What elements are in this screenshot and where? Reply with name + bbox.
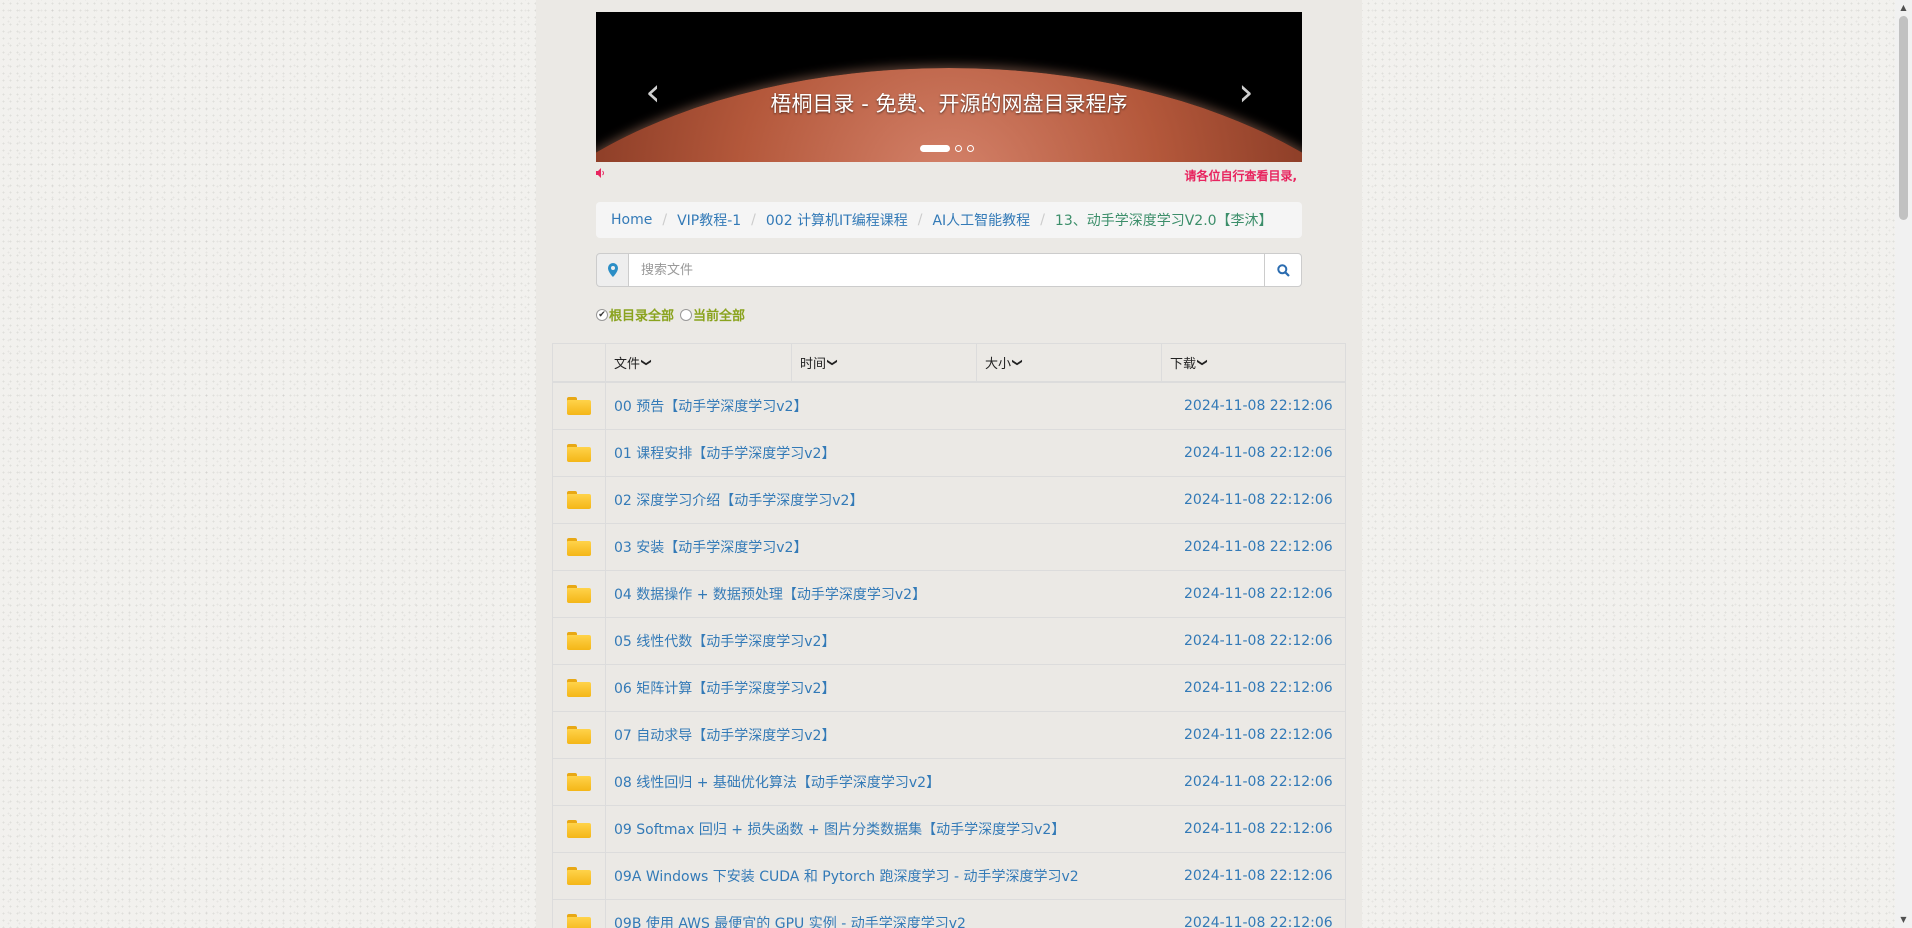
scope-root-label[interactable]: 根目录全部 bbox=[609, 305, 674, 324]
location-pin-icon bbox=[596, 253, 629, 287]
carousel-next-icon[interactable]: › bbox=[1226, 72, 1266, 112]
search-scope-options: ✔ 根目录全部 当前全部 bbox=[596, 305, 745, 324]
scope-current-label[interactable]: 当前全部 bbox=[693, 305, 745, 324]
file-date: 2024-11-08 22:12:06 bbox=[1162, 759, 1346, 805]
table-row[interactable]: 09 Softmax 回归 + 损失函数 + 图片分类数据集【动手学深度学习v2… bbox=[552, 806, 1346, 853]
speaker-icon bbox=[596, 167, 606, 181]
breadcrumb-separator: / bbox=[1040, 212, 1045, 228]
file-link[interactable]: 07 自动求导【动手学深度学习v2】 bbox=[606, 725, 1162, 745]
file-date: 2024-11-08 22:12:06 bbox=[1162, 618, 1346, 664]
sort-chevron-icon: ❯ bbox=[640, 358, 652, 367]
folder-icon bbox=[552, 477, 606, 523]
header-download[interactable]: 下载 ❯ bbox=[1162, 344, 1346, 381]
table-row[interactable]: 06 矩阵计算【动手学深度学习v2】 2024-11-08 22:12:06 bbox=[552, 665, 1346, 712]
file-link[interactable]: 05 线性代数【动手学深度学习v2】 bbox=[606, 631, 1162, 651]
scroll-up-icon[interactable]: ▲ bbox=[1895, 0, 1912, 16]
folder-icon bbox=[552, 618, 606, 664]
breadcrumb-it-courses[interactable]: 002 计算机IT编程课程 bbox=[766, 210, 908, 230]
file-date: 2024-11-08 22:12:06 bbox=[1162, 477, 1346, 523]
table-header: 文件 ❯ 时间 ❯ 大小 ❯ 下载 ❯ bbox=[552, 344, 1346, 383]
header-icon-column bbox=[552, 344, 606, 381]
page-container: 梧桐目录 - 免费、开源的网盘目录程序 ‹ › 请各位自行查看目录, Home … bbox=[536, 0, 1362, 928]
search-bar bbox=[596, 253, 1302, 287]
sort-chevron-icon: ❯ bbox=[1196, 358, 1208, 367]
sort-chevron-icon: ❯ bbox=[826, 358, 838, 367]
file-date: 2024-11-08 22:12:06 bbox=[1162, 853, 1346, 899]
file-link[interactable]: 08 线性回归 + 基础优化算法【动手学深度学习v2】 bbox=[606, 772, 1162, 792]
table-row[interactable]: 03 安装【动手学深度学习v2】 2024-11-08 22:12:06 bbox=[552, 524, 1346, 571]
file-link[interactable]: 09A Windows 下安装 CUDA 和 Pytorch 跑深度学习 - 动… bbox=[606, 866, 1162, 886]
file-link[interactable]: 06 矩阵计算【动手学深度学习v2】 bbox=[606, 678, 1162, 698]
header-file-label: 文件 bbox=[614, 357, 641, 372]
folder-icon bbox=[552, 430, 606, 476]
sort-chevron-icon: ❯ bbox=[1011, 358, 1023, 367]
file-date: 2024-11-08 22:12:06 bbox=[1162, 665, 1346, 711]
carousel-caption: 梧桐目录 - 免费、开源的网盘目录程序 bbox=[770, 92, 1128, 116]
breadcrumb-separator: / bbox=[662, 212, 668, 228]
search-button[interactable] bbox=[1264, 253, 1302, 287]
scroll-down-icon[interactable]: ▼ bbox=[1895, 912, 1912, 928]
table-row[interactable]: 07 自动求导【动手学深度学习v2】 2024-11-08 22:12:06 bbox=[552, 712, 1346, 759]
banner-carousel[interactable]: 梧桐目录 - 免费、开源的网盘目录程序 ‹ › bbox=[596, 12, 1302, 162]
file-date: 2024-11-08 22:12:06 bbox=[1162, 571, 1346, 617]
folder-icon bbox=[552, 759, 606, 805]
carousel-indicator-3[interactable] bbox=[967, 145, 974, 152]
breadcrumb: Home / VIP教程-1 / 002 计算机IT编程课程 / AI人工智能教… bbox=[596, 202, 1302, 238]
header-time-label: 时间 bbox=[800, 357, 827, 372]
table-row[interactable]: 04 数据操作 + 数据预处理【动手学深度学习v2】 2024-11-08 22… bbox=[552, 571, 1346, 618]
scrollbar-thumb[interactable] bbox=[1899, 16, 1908, 220]
file-table: 文件 ❯ 时间 ❯ 大小 ❯ 下载 ❯ 00 预告【动手学深度学习v2】 202… bbox=[552, 343, 1346, 928]
header-size[interactable]: 大小 ❯ bbox=[977, 344, 1162, 381]
scope-current-radio[interactable] bbox=[680, 308, 693, 321]
file-date: 2024-11-08 22:12:06 bbox=[1162, 712, 1346, 758]
breadcrumb-separator: / bbox=[751, 212, 756, 228]
file-link[interactable]: 01 课程安排【动手学深度学习v2】 bbox=[606, 443, 1162, 463]
folder-icon bbox=[552, 383, 606, 429]
header-file[interactable]: 文件 ❯ bbox=[606, 344, 792, 381]
breadcrumb-separator: / bbox=[917, 212, 923, 228]
scope-root-radio[interactable]: ✔ bbox=[596, 308, 608, 321]
folder-icon bbox=[552, 806, 606, 852]
file-date: 2024-11-08 22:12:06 bbox=[1162, 900, 1346, 928]
header-time[interactable]: 时间 ❯ bbox=[792, 344, 977, 381]
table-row[interactable]: 01 课程安排【动手学深度学习v2】 2024-11-08 22:12:06 bbox=[552, 430, 1346, 477]
vertical-scrollbar[interactable]: ▲ ▼ bbox=[1895, 0, 1912, 928]
search-input[interactable] bbox=[629, 253, 1264, 287]
breadcrumb-vip[interactable]: VIP教程-1 bbox=[677, 210, 741, 230]
file-link[interactable]: 03 安装【动手学深度学习v2】 bbox=[606, 537, 1162, 557]
file-date: 2024-11-08 22:12:06 bbox=[1162, 806, 1346, 852]
file-link[interactable]: 04 数据操作 + 数据预处理【动手学深度学习v2】 bbox=[606, 584, 1162, 604]
carousel-prev-icon[interactable]: ‹ bbox=[633, 72, 673, 112]
folder-icon bbox=[552, 524, 606, 570]
file-date: 2024-11-08 22:12:06 bbox=[1162, 383, 1346, 429]
table-row[interactable]: 02 深度学习介绍【动手学深度学习v2】 2024-11-08 22:12:06 bbox=[552, 477, 1346, 524]
file-link[interactable]: 00 预告【动手学深度学习v2】 bbox=[606, 396, 1162, 416]
header-download-label: 下载 bbox=[1170, 357, 1197, 372]
carousel-indicator-1[interactable] bbox=[920, 145, 950, 152]
file-date: 2024-11-08 22:12:06 bbox=[1162, 524, 1346, 570]
search-icon bbox=[1276, 263, 1290, 277]
folder-icon bbox=[552, 571, 606, 617]
carousel-indicators bbox=[920, 145, 974, 152]
file-link[interactable]: 02 深度学习介绍【动手学深度学习v2】 bbox=[606, 490, 1162, 510]
folder-icon bbox=[552, 900, 606, 928]
file-link[interactable]: 09 Softmax 回归 + 损失函数 + 图片分类数据集【动手学深度学习v2… bbox=[606, 819, 1162, 839]
folder-icon bbox=[552, 712, 606, 758]
folder-icon bbox=[552, 665, 606, 711]
table-row[interactable]: 09A Windows 下安装 CUDA 和 Pytorch 跑深度学习 - 动… bbox=[552, 853, 1346, 900]
breadcrumb-home[interactable]: Home bbox=[611, 212, 652, 228]
breadcrumb-ai-courses[interactable]: AI人工智能教程 bbox=[932, 210, 1030, 230]
table-row[interactable]: 05 线性代数【动手学深度学习v2】 2024-11-08 22:12:06 bbox=[552, 618, 1346, 665]
header-size-label: 大小 bbox=[985, 357, 1012, 372]
file-date: 2024-11-08 22:12:06 bbox=[1162, 430, 1346, 476]
file-link[interactable]: 09B 使用 AWS 最便宜的 GPU 实例 - 动手学深度学习v2 bbox=[606, 913, 1162, 928]
breadcrumb-current: 13、动手学深度学习V2.0【李沐】 bbox=[1054, 213, 1273, 229]
folder-icon bbox=[552, 853, 606, 899]
table-row[interactable]: 09B 使用 AWS 最便宜的 GPU 实例 - 动手学深度学习v2 2024-… bbox=[552, 900, 1346, 928]
notice-text: 请各位自行查看目录, bbox=[1184, 169, 1297, 183]
table-row[interactable]: 08 线性回归 + 基础优化算法【动手学深度学习v2】 2024-11-08 2… bbox=[552, 759, 1346, 806]
table-row[interactable]: 00 预告【动手学深度学习v2】 2024-11-08 22:12:06 bbox=[552, 383, 1346, 430]
carousel-indicator-2[interactable] bbox=[955, 145, 962, 152]
notice-bar: 请各位自行查看目录, bbox=[596, 167, 1302, 183]
